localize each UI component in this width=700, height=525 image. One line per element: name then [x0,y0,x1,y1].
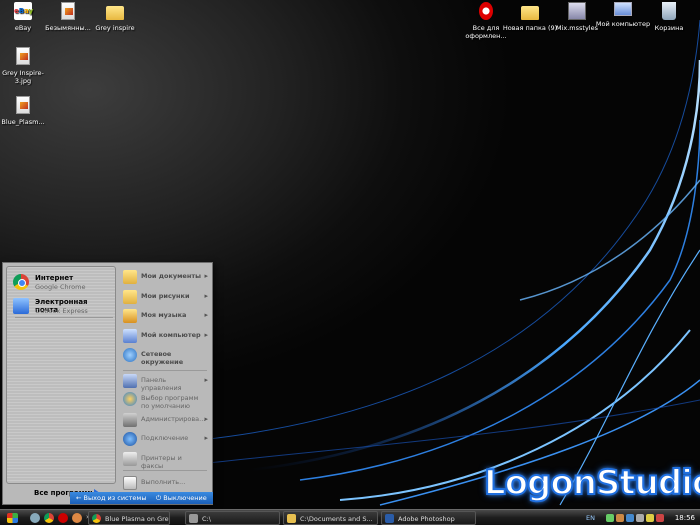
windows-flag-icon [7,513,18,523]
start-menu-left-pane: Интернет Google Chrome Электронная почта… [6,266,116,484]
divider [123,470,207,471]
pictures-folder-icon [123,290,137,304]
menu-item-my-pictures[interactable]: Мои рисунки ▸ [119,288,211,306]
shutdown-button[interactable]: ⏻ Выключение [156,494,207,503]
desktop-icon-recycle-bin[interactable]: Корзина [641,2,697,32]
photoshop-icon [385,514,394,523]
pinned-item-internet[interactable]: Интернет Google Chrome [9,271,113,293]
recycle-bin-icon [662,2,676,20]
divider [15,317,113,318]
menu-item-my-computer[interactable]: Мой компьютер ▸ [119,327,211,345]
taskbar-button-documents[interactable]: C:\Documents and S... [283,511,378,525]
logoff-bar: ← Выход из системы ⏻ Выключение [70,492,213,504]
desktop-icon-grey-inspire[interactable]: Grey inspire [87,2,143,32]
menu-item-run[interactable]: Выполнить... [119,474,211,492]
msstyles-file-icon [568,2,586,20]
start-menu: Интернет Google Chrome Электронная почта… [2,262,213,505]
chrome-icon [13,274,29,290]
default-programs-icon [123,392,137,406]
chevron-right-icon: ▸ [204,415,208,423]
printers-icon [123,452,137,466]
chevron-right-icon: ▸ [204,331,208,339]
start-button[interactable] [2,512,24,524]
menu-item-default-programs[interactable]: Выбор программ по умолчанию [119,390,211,412]
language-indicator[interactable]: EN [586,514,595,522]
menu-item-my-documents[interactable]: Мои документы ▸ [119,268,211,286]
chevron-right-icon: ▸ [204,292,208,300]
quicklaunch-opera-icon[interactable] [58,513,68,523]
folder-icon [521,6,539,20]
quicklaunch-chrome-icon[interactable] [44,513,54,523]
tray-volume-icon[interactable] [636,514,644,522]
power-icon: ⏻ [156,494,162,502]
tray-update-icon[interactable] [646,514,654,522]
pinned-item-email[interactable]: Электронная почта Outlook Express [9,295,113,317]
tray-security-icon[interactable] [626,514,634,522]
desktop-icon-grey-inspire-jpg[interactable]: Grey Inspire-3.jpg [0,47,51,85]
chevron-right-icon: ▸ [204,311,208,319]
music-folder-icon [123,309,137,323]
quicklaunch-desktop-icon[interactable] [30,513,40,523]
tray-misc-icon[interactable] [656,514,664,522]
chevron-right-icon: ▸ [204,272,208,280]
opera-icon [479,2,493,20]
image-file-icon [16,47,30,65]
menu-item-my-music[interactable]: Моя музыка ▸ [119,307,211,325]
taskbar-button-chrome[interactable]: Blue Plasma on Grey ... [88,511,170,525]
folder-icon [106,6,124,20]
menu-item-control-panel[interactable]: Панель управления ▸ [119,372,211,392]
chrome-icon [92,514,101,523]
image-file-icon [16,96,30,114]
image-file-icon [61,2,75,20]
chevron-right-icon: ▸ [204,376,208,384]
tray-app-icon[interactable] [616,514,624,522]
desktop-icon-blue-plasma[interactable]: Blue_Plasm... [0,96,51,126]
taskbar: » Blue Plasma on Grey ... C:\ C:\Documen… [0,509,700,525]
network-icon [123,348,137,362]
logoff-icon: ← [76,494,82,502]
taskbar-button-photoshop[interactable]: Adobe Photoshop [381,511,476,525]
logonstudio-logo: LogonStudio [483,462,700,504]
admin-tools-icon [123,413,137,427]
outlook-express-icon [13,298,29,314]
tray-network-icon[interactable] [606,514,614,522]
chevron-right-icon: ▸ [204,434,208,442]
folder-icon [189,514,198,523]
taskbar-button-c-drive[interactable]: C:\ [185,511,280,525]
documents-folder-icon [123,270,137,284]
system-tray: EN 18:56 [586,511,699,525]
ebay-icon: eBay [14,2,33,20]
menu-item-network[interactable]: Сетевое окружение [119,346,211,368]
clock[interactable]: 18:56 [675,514,695,522]
logoff-button[interactable]: ← Выход из системы [76,494,146,502]
start-menu-right-pane: Мои документы ▸ Мои рисунки ▸ Моя музыка… [119,266,211,502]
folder-icon [287,514,296,523]
menu-item-administration[interactable]: Администрирова... ▸ [119,411,211,429]
quicklaunch-media-icon[interactable] [72,513,82,523]
my-computer-icon [123,329,137,343]
my-computer-icon [614,2,632,16]
menu-item-connect[interactable]: Подключение ▸ [119,430,211,448]
run-icon [123,476,137,490]
control-panel-icon [123,374,137,388]
divider [123,370,207,371]
menu-item-printers[interactable]: Принтеры и факсы [119,450,211,470]
connect-icon [123,432,137,446]
